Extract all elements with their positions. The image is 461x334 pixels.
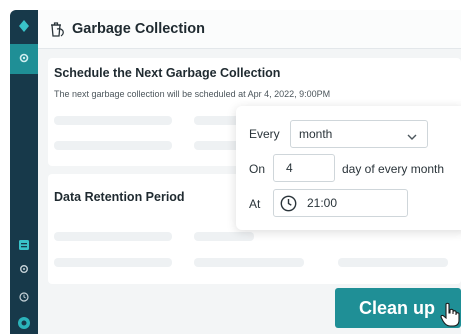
hand-cursor-icon (440, 302, 460, 328)
skeleton-line (54, 116, 172, 125)
time-input[interactable]: 21:00 (273, 189, 408, 217)
every-label: Every (249, 127, 280, 141)
sidebar-item-garbage-collection[interactable] (10, 44, 38, 74)
at-label: At (249, 197, 261, 211)
skeleton-line (194, 232, 254, 241)
skeleton-line (54, 141, 172, 150)
page-header: Garbage Collection (38, 10, 461, 49)
time-value: 21:00 (307, 196, 338, 210)
skeleton-line (54, 258, 172, 267)
on-label: On (249, 162, 266, 176)
skeleton-line (54, 232, 172, 241)
grid-icon[interactable] (10, 236, 38, 254)
sidebar (10, 10, 38, 334)
cleanup-label: Clean up (359, 297, 436, 318)
skeleton-line (338, 258, 448, 267)
diamond-logo-icon[interactable] (10, 14, 38, 38)
schedule-card-subtitle: The next garbage collection will be sche… (54, 89, 331, 99)
settings-icon[interactable] (10, 260, 38, 278)
chevron-down-icon (407, 130, 417, 140)
page-title: Garbage Collection (72, 21, 205, 37)
trash-hand-icon (48, 19, 66, 39)
user-icon[interactable] (10, 314, 38, 332)
day-suffix-label: day of every month (342, 162, 445, 176)
schedule-card-title: Schedule the Next Garbage Collection (54, 66, 281, 80)
gear-icon (19, 50, 29, 68)
day-value: 4 (286, 161, 293, 175)
day-input[interactable]: 4 (273, 154, 335, 182)
clock-icon[interactable] (10, 288, 38, 306)
schedule-popover: Every month On 4 day of every month At 2… (236, 106, 461, 230)
clock-icon (280, 195, 297, 212)
skeleton-line (194, 258, 304, 267)
frequency-select[interactable]: month (290, 120, 428, 148)
retention-card-title: Data Retention Period (54, 190, 185, 204)
frequency-value: month (299, 127, 333, 141)
